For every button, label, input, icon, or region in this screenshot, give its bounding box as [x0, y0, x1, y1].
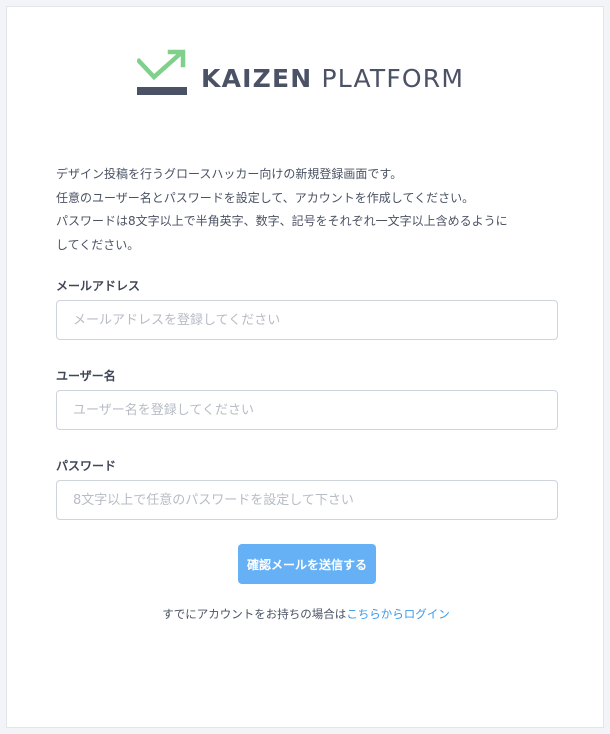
intro-line: 任意のユーザー名とパスワードを設定して、アカウントを作成してください。 [56, 190, 475, 205]
brand-logo: KAIZEN PLATFORM [137, 49, 464, 101]
intro-line: してください。 [56, 237, 140, 252]
username-field[interactable] [56, 390, 558, 430]
brand-name-regular: PLATFORM [321, 63, 465, 93]
login-link[interactable]: こちらからログイン [346, 607, 450, 621]
signup-card: KAIZEN PLATFORM デザイン投稿を行うグロースハッカー向けの新規登録… [6, 6, 604, 728]
email-field[interactable] [56, 300, 558, 340]
intro-line: デザイン投稿を行うグロースハッカー向けの新規登録画面です。 [56, 167, 403, 181]
send-confirmation-button[interactable]: 確認メールを送信する [238, 544, 376, 584]
intro-text: デザイン投稿を行うグロースハッカー向けの新規登録画面です。 任意のユーザー名とパ… [56, 163, 566, 257]
password-label: パスワード [56, 459, 117, 473]
brand-name-bold: KAIZEN [201, 63, 313, 93]
check-tray-arrow-icon [137, 49, 187, 95]
login-prefix: すでにアカウントをお持ちの場合は [162, 607, 347, 621]
login-prompt: すでにアカウントをお持ちの場合はこちらからログイン [7, 606, 605, 622]
password-field[interactable] [56, 480, 558, 520]
username-label: ユーザー名 [56, 369, 116, 383]
brand-name: KAIZEN PLATFORM [201, 60, 464, 91]
email-label: メールアドレス [56, 279, 141, 293]
intro-line: パスワードは8文字以上で半角英字、数字、記号をそれぞれ一文字以上含めるように [56, 214, 508, 228]
